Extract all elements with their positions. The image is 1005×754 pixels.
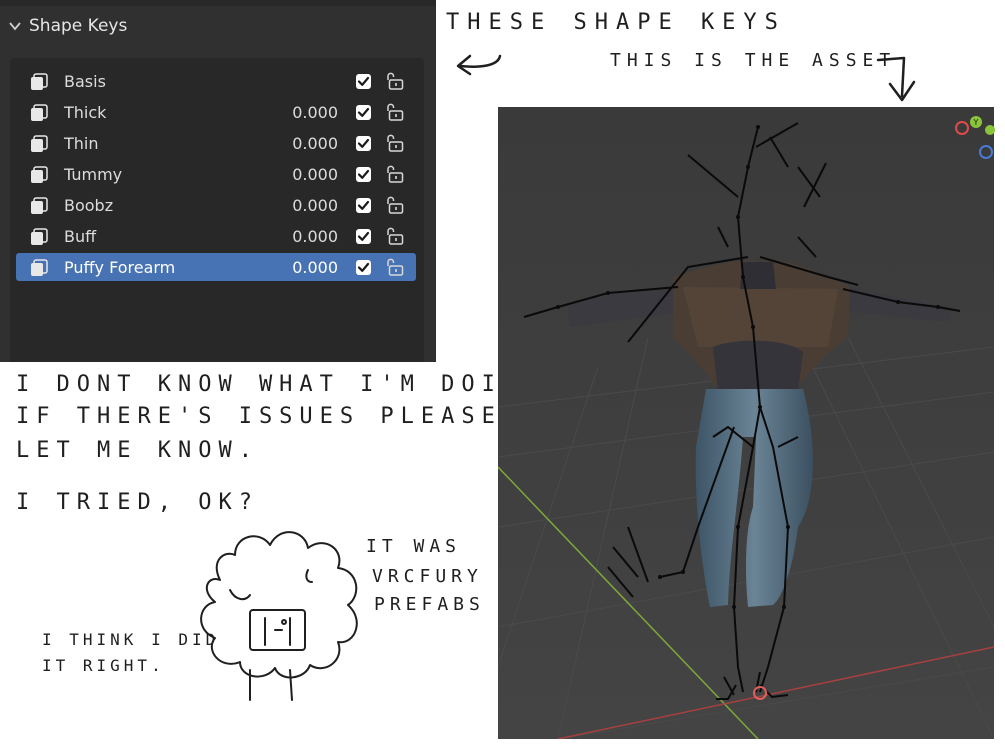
gizmo-x-icon	[955, 121, 969, 135]
gizmo-y-label: Y	[973, 118, 979, 127]
gizmo-green-dot-icon	[985, 125, 995, 135]
arrow-down-icon	[876, 56, 916, 102]
navigation-gizmo[interactable]: Y	[948, 112, 998, 164]
doodle-character-icon	[200, 531, 358, 701]
3d-viewport[interactable]	[498, 107, 994, 739]
gizmo-z-icon	[979, 145, 993, 159]
arrow-left-icon	[456, 54, 502, 76]
viewport-scene	[498, 107, 994, 739]
